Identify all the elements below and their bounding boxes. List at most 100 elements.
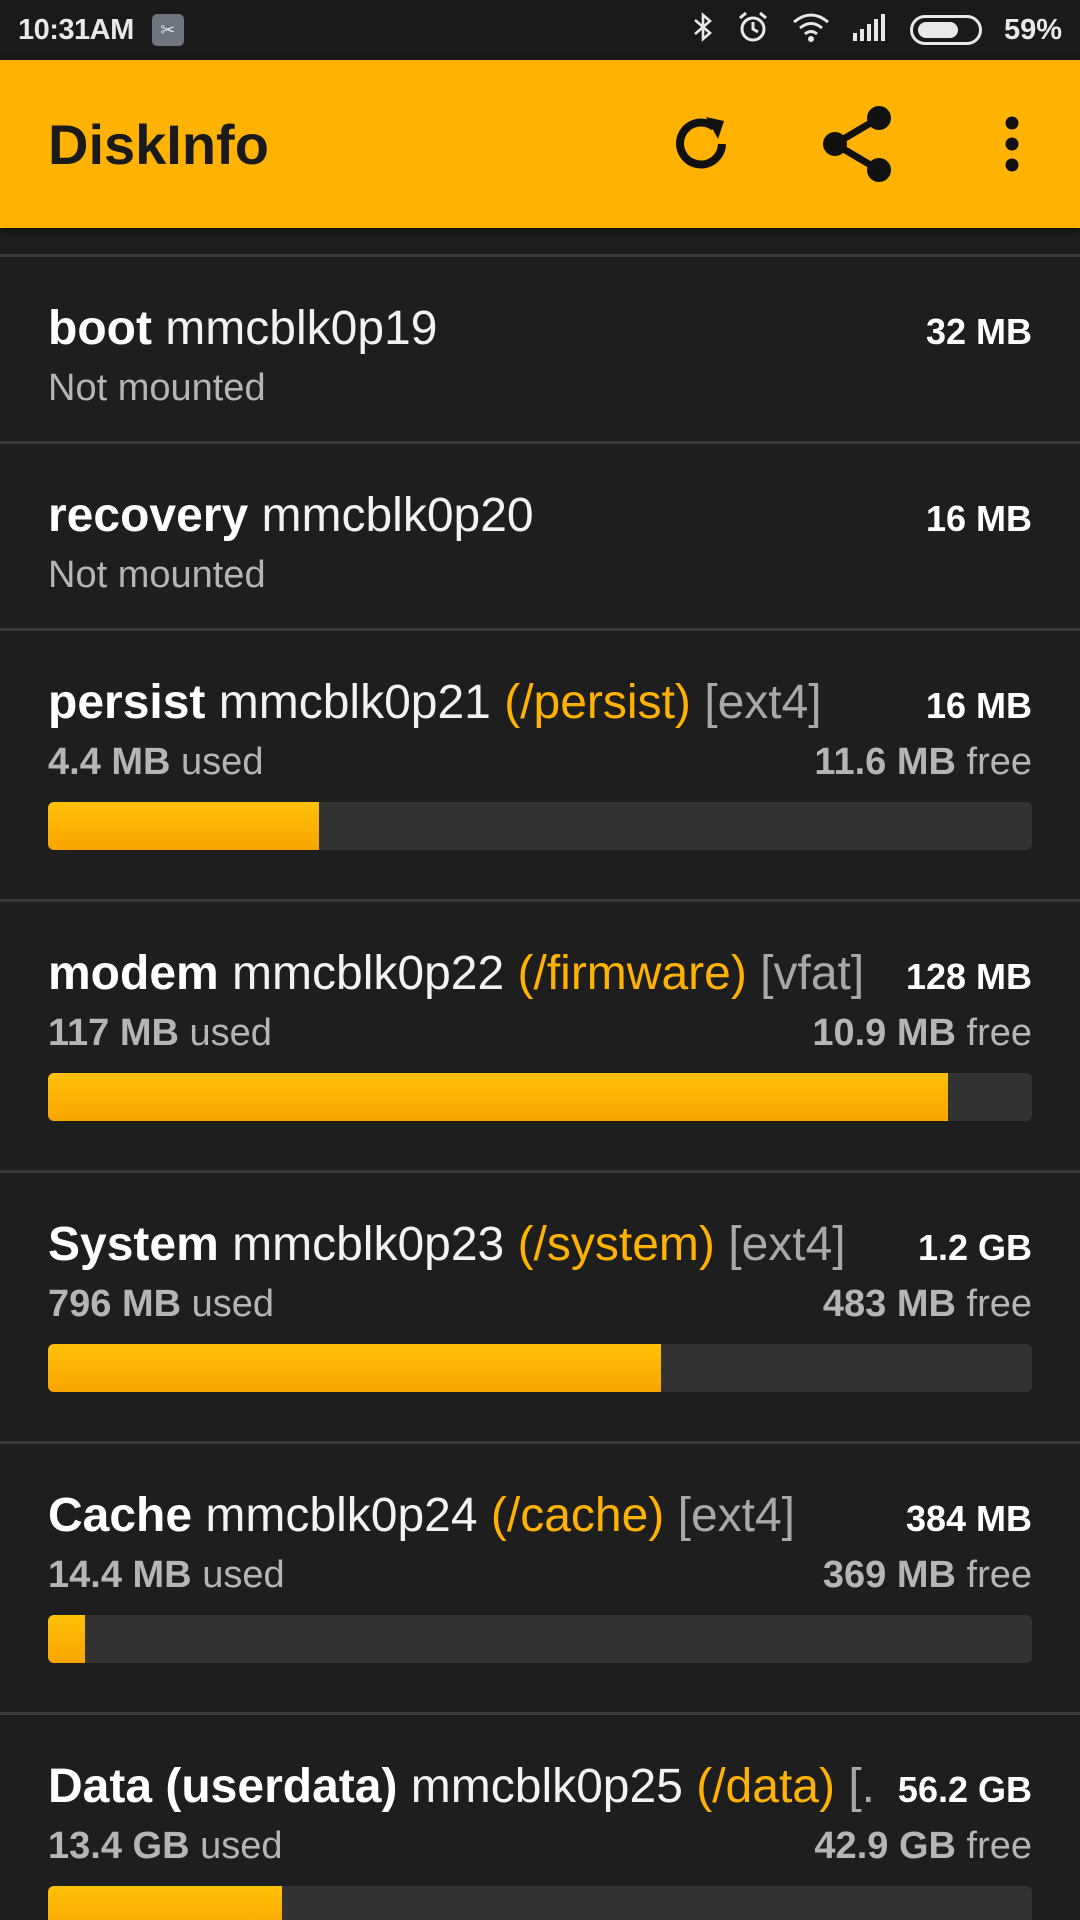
partition-item-data[interactable]: Data (userdata) mmcblk0p25 (/data) [... … — [0, 1715, 1080, 1920]
partition-device: mmcblk0p21 — [218, 676, 491, 729]
partition-item-boot[interactable]: boot mmcblk0p19 32 MB Not mounted — [0, 257, 1080, 441]
used-label: used — [181, 741, 264, 783]
free-value: 42.9 GB — [814, 1825, 956, 1867]
status-time: 10:31AM — [18, 13, 134, 46]
notification-icon: ✂ — [151, 14, 184, 46]
partition-name: modem — [48, 947, 219, 1000]
free-value: 369 MB — [822, 1554, 956, 1596]
partition-device: mmcblk0p22 — [232, 947, 505, 1000]
more-options-button[interactable] — [992, 99, 1032, 189]
status-bar: 10:31AM ✂ 59% — [0, 0, 1080, 60]
app-bar: DiskInfo — [0, 60, 1080, 228]
partition-status: Not mounted — [48, 554, 266, 596]
used-value: 13.4 GB — [48, 1825, 190, 1867]
partition-size: 32 MB — [925, 311, 1032, 352]
partition-filesystem: [ext4] — [728, 1218, 846, 1271]
partition-mount-point: (/data) — [696, 1760, 835, 1813]
partition-free: 11.6 MB free — [814, 741, 1032, 784]
partition-mount-point: (/persist) — [504, 676, 691, 729]
partition-size: 384 MB — [905, 1498, 1032, 1539]
used-value: 117 MB — [48, 1012, 179, 1054]
status-icons: 59% — [692, 10, 1062, 50]
used-label: used — [202, 1554, 285, 1596]
usage-bar — [48, 1886, 1032, 1920]
partition-size: 16 MB — [925, 498, 1032, 539]
partition-title: modem mmcblk0p22 (/firmware) [vfat] — [48, 946, 886, 1001]
partition-item-modem[interactable]: modem mmcblk0p22 (/firmware) [vfat] 128 … — [0, 902, 1080, 1170]
battery-icon — [909, 15, 982, 45]
bluetooth-icon — [692, 11, 714, 49]
partition-free: 42.9 GB free — [814, 1825, 1032, 1868]
partition-filesystem: [... — [848, 1760, 878, 1813]
used-label: used — [191, 1283, 275, 1325]
partition-mount-point: (/system) — [517, 1218, 715, 1271]
free-label: free — [966, 741, 1032, 783]
usage-bar-fill — [48, 802, 319, 850]
partition-filesystem: [ext4] — [677, 1489, 796, 1542]
free-label: free — [966, 1554, 1032, 1596]
partition-title: recovery mmcblk0p20 — [48, 488, 906, 543]
partition-used: 14.4 MB used — [48, 1554, 285, 1597]
used-value: 14.4 MB — [48, 1554, 192, 1596]
usage-bar-fill — [48, 1615, 86, 1663]
wifi-icon — [792, 12, 830, 48]
partition-device: mmcblk0p20 — [261, 489, 534, 542]
partition-size: 1.2 GB — [917, 1227, 1032, 1268]
partition-name: persist — [48, 676, 206, 729]
partition-used: 117 MB used — [48, 1012, 272, 1055]
app-title: DiskInfo — [48, 112, 269, 176]
partition-item-recovery[interactable]: recovery mmcblk0p20 16 MB Not mounted — [0, 444, 1080, 628]
usage-bar-fill — [48, 1073, 949, 1121]
usage-bar — [48, 1344, 1032, 1392]
partition-device: mmcblk0p23 — [232, 1218, 505, 1271]
partition-item-system[interactable]: System mmcblk0p23 (/system) [ext4] 1.2 G… — [0, 1173, 1080, 1441]
free-value: 10.9 MB — [812, 1012, 956, 1054]
partition-title: boot mmcblk0p19 — [48, 301, 906, 356]
partition-used: 13.4 GB used — [48, 1825, 283, 1868]
partition-name: Data (userdata) — [48, 1760, 398, 1813]
signal-icon — [852, 13, 888, 47]
alarm-icon — [736, 10, 770, 50]
usage-bar-fill — [48, 1886, 283, 1920]
partition-size: 16 MB — [925, 685, 1032, 726]
refresh-icon — [676, 117, 726, 169]
more-options-icon — [1005, 116, 1019, 172]
partition-filesystem: [vfat] — [760, 947, 865, 1000]
partition-name: System — [48, 1218, 219, 1271]
partition-device: mmcblk0p25 — [410, 1760, 683, 1813]
partition-title: persist mmcblk0p21 (/persist) [ext4] — [48, 675, 906, 730]
free-value: 483 MB — [822, 1283, 956, 1325]
partition-item-cache[interactable]: Cache mmcblk0p24 (/cache) [ext4] 384 MB … — [0, 1444, 1080, 1712]
used-value: 796 MB — [48, 1283, 182, 1325]
partition-device: mmcblk0p19 — [165, 302, 438, 355]
partition-name: boot — [48, 302, 152, 355]
partition-mount-point: (/firmware) — [517, 947, 747, 1000]
refresh-button[interactable] — [656, 99, 746, 189]
partition-item-persist[interactable]: persist mmcblk0p21 (/persist) [ext4] 16 … — [0, 631, 1080, 899]
used-label: used — [189, 1012, 272, 1054]
partition-size: 128 MB — [905, 956, 1032, 997]
partition-title: Cache mmcblk0p24 (/cache) [ext4] — [48, 1488, 886, 1543]
partition-used: 4.4 MB used — [48, 741, 263, 784]
partition-name: Cache — [48, 1489, 193, 1542]
partition-status: Not mounted — [48, 367, 266, 409]
free-label: free — [966, 1283, 1032, 1325]
share-icon — [823, 106, 891, 182]
free-label: free — [966, 1012, 1032, 1054]
partition-size: 56.2 GB — [897, 1769, 1032, 1810]
usage-bar — [48, 802, 1032, 850]
partition-title: System mmcblk0p23 (/system) [ext4] — [48, 1217, 898, 1272]
share-button[interactable] — [812, 99, 902, 189]
partition-used: 796 MB used — [48, 1283, 274, 1326]
usage-bar — [48, 1073, 1032, 1121]
partition-list[interactable]: boot mmcblk0p19 32 MB Not mounted recove… — [0, 228, 1080, 1920]
partition-title: Data (userdata) mmcblk0p25 (/data) [... — [48, 1759, 878, 1814]
partition-mount-point: (/cache) — [490, 1489, 665, 1542]
usage-bar-fill — [48, 1344, 662, 1392]
partition-filesystem: [ext4] — [704, 676, 822, 729]
app-bar-actions — [590, 99, 1032, 189]
used-label: used — [200, 1825, 283, 1867]
partition-name: recovery — [48, 489, 249, 542]
partition-free: 369 MB free — [823, 1554, 1032, 1597]
free-label: free — [966, 1825, 1032, 1867]
